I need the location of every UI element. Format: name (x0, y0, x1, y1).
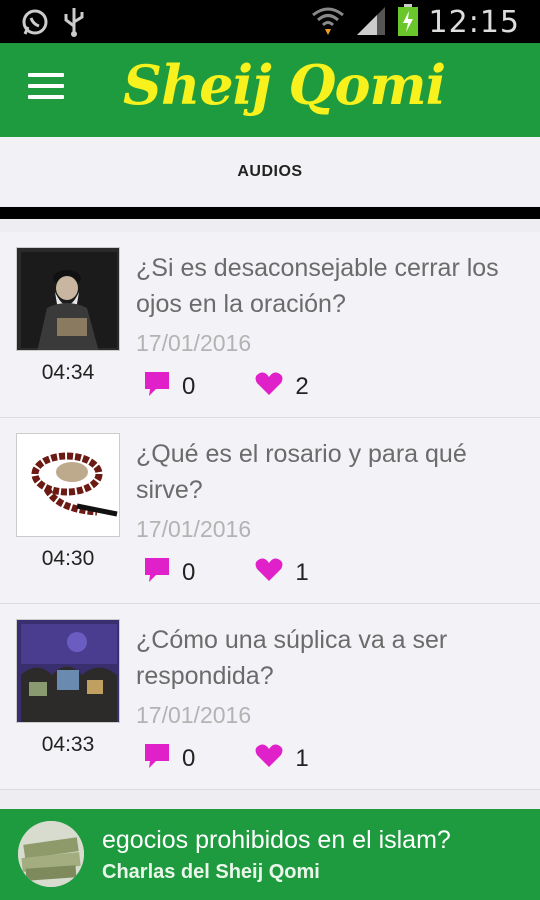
audio-duration: 04:34 (41, 361, 95, 384)
signal-icon (355, 5, 387, 40)
tab-indicator (0, 207, 540, 219)
now-playing-title: egocios prohibidos en el islam? (102, 826, 451, 854)
comments-button[interactable]: 0 (144, 371, 195, 402)
tab-bar: AUDIOS (0, 137, 540, 206)
battery-icon (397, 4, 419, 41)
app-title: Sheij Qomi (123, 53, 446, 117)
like-count: 1 (295, 744, 309, 772)
audio-title: ¿Cómo una súplica va a ser respondida? (136, 626, 448, 690)
menu-icon-line (28, 95, 64, 99)
likes-button[interactable]: 1 (255, 558, 309, 587)
comments-button[interactable]: 0 (144, 557, 195, 588)
audio-stats: 0 1 (144, 557, 369, 588)
status-bar: 12:15 (0, 0, 540, 43)
audio-stats: 0 1 (144, 743, 369, 774)
audio-thumbnail (16, 247, 120, 351)
audio-date: 17/01/2016 (136, 702, 252, 728)
comment-count: 0 (182, 372, 196, 400)
list-item[interactable]: 04:34 ¿Si es desaconsejable cerrar los o… (0, 232, 540, 418)
now-playing-bar[interactable]: egocios prohibidos en el islam? Charlas … (0, 809, 540, 900)
comment-icon (144, 743, 170, 774)
menu-icon-line (28, 73, 64, 77)
audio-title: ¿Qué es el rosario y para qué sirve? (136, 440, 467, 504)
menu-icon-line (28, 84, 64, 88)
likes-button[interactable]: 1 (255, 744, 309, 773)
whatsapp-icon (20, 7, 50, 42)
heart-icon (255, 744, 283, 773)
comment-icon (144, 557, 170, 588)
audio-stats: 0 2 (144, 371, 369, 402)
usb-icon (62, 6, 86, 43)
comment-icon (144, 371, 170, 402)
audio-list: 04:34 ¿Si es desaconsejable cerrar los o… (0, 232, 540, 790)
list-item[interactable]: 04:33 ¿Cómo una súplica va a ser respond… (0, 604, 540, 790)
comment-count: 0 (182, 558, 196, 586)
likes-button[interactable]: 2 (255, 372, 309, 401)
audio-date: 17/01/2016 (136, 516, 252, 542)
like-count: 2 (295, 372, 309, 400)
menu-button[interactable] (28, 73, 64, 105)
like-count: 1 (295, 558, 309, 586)
comment-count: 0 (182, 744, 196, 772)
audio-thumbnail (16, 619, 120, 723)
now-playing-subtitle: Charlas del Sheij Qomi (102, 861, 320, 883)
now-playing-thumbnail (18, 821, 84, 887)
comments-button[interactable]: 0 (144, 743, 195, 774)
heart-icon (255, 558, 283, 587)
heart-icon (255, 372, 283, 401)
list-item[interactable]: 04:30 ¿Qué es el rosario y para qué sirv… (0, 418, 540, 604)
audio-duration: 04:30 (41, 547, 95, 570)
wifi-icon (311, 5, 345, 40)
audio-duration: 04:33 (41, 733, 95, 756)
app-bar: Sheij Qomi (0, 43, 540, 137)
tab-audios[interactable]: AUDIOS (0, 137, 540, 206)
audio-date: 17/01/2016 (136, 330, 252, 356)
audio-title: ¿Si es desaconsejable cerrar los ojos en… (136, 254, 499, 318)
audio-thumbnail (16, 433, 120, 537)
clock: 12:15 (428, 5, 520, 40)
